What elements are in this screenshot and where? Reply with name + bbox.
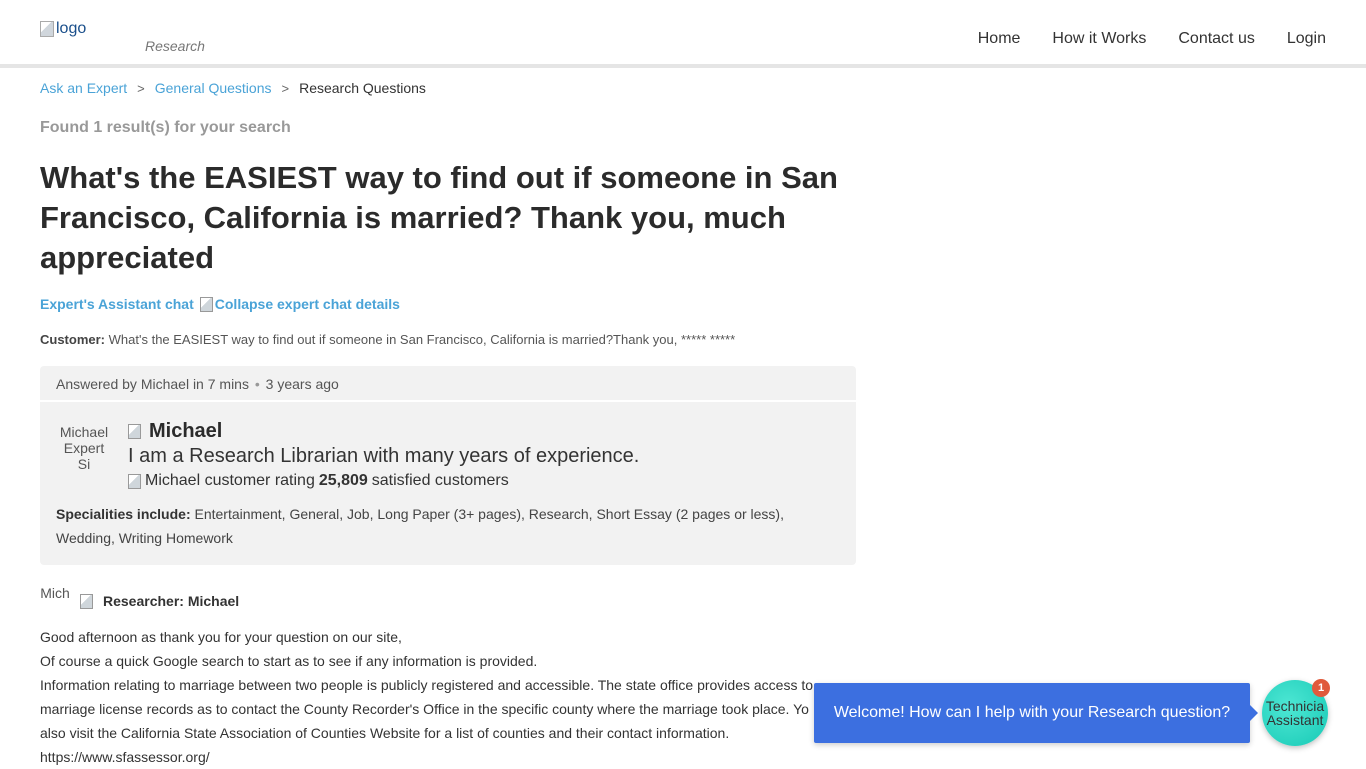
site-header: logo Research Home How it Works Contact … [0,0,1366,68]
question-title: What's the EASIEST way to find out if so… [40,160,838,275]
chat-welcome-message: Welcome! How can I help with your Resear… [833,704,1231,721]
rating-stars-icon [128,473,141,489]
answer-meta: Answered by Michael in 7 mins • 3 years … [40,366,856,402]
breadcrumb-separator: > [281,80,290,96]
specialities-label: Specialities include: [56,506,191,522]
answer-paragraph: also visit the California State Associat… [40,725,730,741]
notification-badge: 1 [1312,679,1330,697]
rating-alt-text: Michael customer rating [145,472,315,489]
verified-badge-icon [128,424,141,439]
broken-image-icon [40,21,54,37]
logo-alt-text: logo [56,20,87,37]
customer-label: Customer: [40,332,106,347]
expert-chat-label[interactable]: Expert's Assistant chat [40,296,194,312]
breadcrumb-ask-an-expert[interactable]: Ask an Expert [40,80,127,96]
nav-contact-us[interactable]: Contact us [1178,30,1254,48]
chat-welcome-bubble[interactable]: Welcome! How can I help with your Resear… [814,683,1258,743]
expert-name: Michael [149,420,223,442]
search-result-count: Found 1 result(s) for your search [40,119,291,136]
assistant-alt-text: Technicia Assistant [1265,698,1325,728]
broken-image-icon [199,296,213,312]
main-nav: Home How it Works Contact us Login [978,30,1326,48]
answer-paragraph: Information relating to marriage between… [40,677,814,693]
expert-rating: Michael customer rating 25,809 satisfied… [128,472,509,490]
breadcrumb-general-questions[interactable]: General Questions [155,80,272,96]
answered-by: Answered by Michael in 7 mins [56,376,249,392]
answer-time-ago: 3 years ago [265,376,339,392]
specialities: Specialities include: Entertainment, Gen… [56,502,816,550]
answer-paragraph: marriage license records as to contact t… [40,701,809,717]
nav-home[interactable]: Home [978,30,1021,48]
answer-link[interactable]: https://www.sfassessor.org/ [40,745,830,769]
expert-name-row: Michael [128,420,222,443]
researcher-label: Researcher: Michael [103,593,240,609]
nav-how-it-works[interactable]: How it Works [1052,30,1146,48]
researcher-badge-icon [80,593,93,609]
breadcrumb-current: Research Questions [299,80,426,96]
answer-paragraph: Of course a quick Google search to start… [40,653,538,669]
answer-card: Answered by Michael in 7 mins • 3 years … [40,366,856,565]
collapse-chat-details[interactable]: Collapse expert chat details [199,296,400,312]
dot-separator: • [254,376,260,392]
answer-paragraph: Good afternoon as thank you for your que… [40,629,402,645]
researcher-avatar: Mich [40,585,70,601]
collapse-chat-alt: Collapse expert chat details [214,296,400,312]
researcher-header: Mich Researcher: Michael [40,585,239,617]
site-logo[interactable]: logo [40,20,86,38]
satisfied-count: 25,809 [318,472,368,489]
logo-subtitle: Research [145,38,205,54]
breadcrumb: Ask an Expert > General Questions > Rese… [40,80,426,96]
expert-bio: I am a Research Librarian with many year… [128,445,640,467]
customer-text: What's the EASIEST way to find out if so… [108,332,736,347]
expert-avatar: Michael Expert Si [59,424,109,472]
satisfied-label: satisfied customers [371,472,509,489]
expert-chat-toggle[interactable]: Expert's Assistant chat Collapse expert … [40,296,400,312]
nav-login[interactable]: Login [1287,30,1326,48]
answer-body: Good afternoon as thank you for your que… [40,625,830,769]
customer-question: Customer: What's the EASIEST way to find… [40,332,735,347]
breadcrumb-separator: > [137,80,145,96]
